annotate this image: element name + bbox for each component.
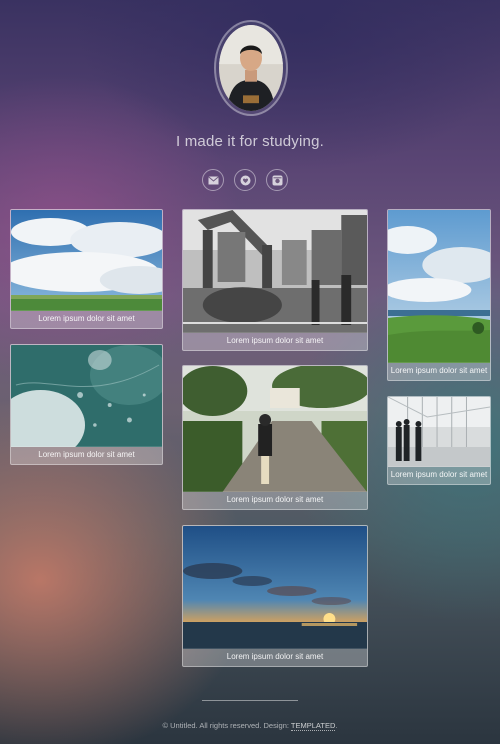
photos-button[interactable]: [266, 169, 288, 191]
gallery-item[interactable]: Lorem ipsum dolor sit amet: [387, 396, 491, 485]
footer-copyright: © Untitled. All rights reserved. Design:: [162, 721, 291, 730]
avatar-photo: [219, 25, 283, 111]
favorite-button[interactable]: [234, 169, 256, 191]
gallery-photo-hills: [388, 210, 490, 363]
gallery-photo-atrium: [388, 397, 490, 467]
footer-divider: [202, 700, 298, 701]
gallery-photo-street: [183, 210, 367, 333]
gallery-caption: Lorem ipsum dolor sit amet: [388, 362, 490, 380]
profile-avatar: [214, 20, 288, 116]
gallery-photo-sunset: [183, 526, 367, 649]
footer-end: .: [335, 721, 338, 730]
gallery-item[interactable]: Lorem ipsum dolor sit amet: [182, 365, 368, 510]
gallery-caption: Lorem ipsum dolor sit amet: [183, 648, 367, 666]
gallery-item[interactable]: Lorem ipsum dolor sit amet: [10, 209, 163, 329]
gallery-caption: Lorem ipsum dolor sit amet: [11, 310, 162, 328]
gallery-caption: Lorem ipsum dolor sit amet: [183, 491, 367, 509]
gallery-caption: Lorem ipsum dolor sit amet: [183, 332, 367, 350]
gallery-item[interactable]: Lorem ipsum dolor sit amet: [10, 344, 163, 465]
gallery-photo-clouds: [11, 210, 162, 311]
gallery-caption: Lorem ipsum dolor sit amet: [388, 466, 490, 484]
gallery-item[interactable]: Lorem ipsum dolor sit amet: [182, 209, 368, 351]
page-tagline: I made it for studying.: [175, 133, 324, 150]
gallery-caption: Lorem ipsum dolor sit amet: [11, 446, 162, 464]
envelope-icon: [207, 175, 219, 184]
heart-icon: [240, 175, 250, 185]
gallery-item[interactable]: Lorem ipsum dolor sit amet: [182, 525, 368, 667]
footer-credit-link[interactable]: TEMPLATED: [290, 721, 336, 731]
email-button[interactable]: [202, 169, 224, 191]
gallery-photo-garden-path: [183, 366, 367, 492]
gallery-photo-rain: [11, 345, 162, 447]
footer: © Untitled. All rights reserved. Design:…: [0, 721, 500, 731]
gallery-item[interactable]: Lorem ipsum dolor sit amet: [387, 209, 491, 381]
camera-icon: [272, 175, 282, 185]
